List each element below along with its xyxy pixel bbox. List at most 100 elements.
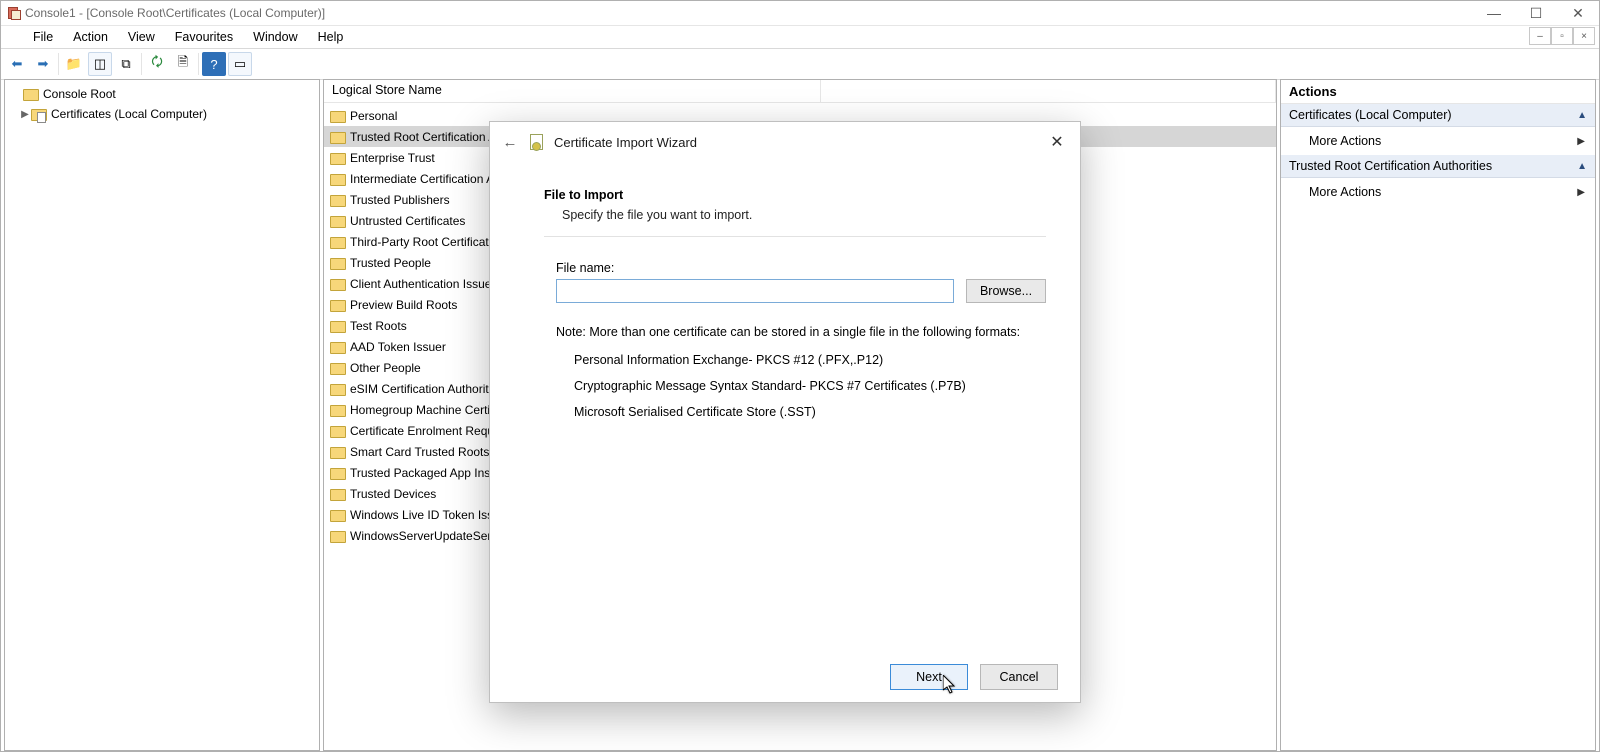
dialog-title-bar: ← Certificate Import Wizard ✕ — [490, 122, 1080, 162]
folder-icon — [23, 87, 39, 101]
list-item-label: Untrusted Certificates — [350, 214, 465, 228]
refresh-icon[interactable]: 🗘 — [145, 52, 169, 76]
copy-icon[interactable]: ⧉ — [114, 52, 138, 76]
dialog-note-item: Cryptographic Message Syntax Standard- P… — [574, 379, 1046, 393]
folder-icon — [330, 298, 346, 312]
menu-favourites[interactable]: Favourites — [165, 27, 243, 47]
dialog-divider — [544, 236, 1046, 237]
folder-icon — [330, 109, 346, 123]
actions-item[interactable]: More Actions▶ — [1281, 178, 1595, 206]
mmc-window: Console1 - [Console Root\Certificates (L… — [0, 0, 1600, 752]
folder-icon — [330, 340, 346, 354]
maximize-button[interactable]: ☐ — [1515, 1, 1557, 25]
folder-icon — [330, 466, 346, 480]
folder-icon — [330, 319, 346, 333]
dialog-back-button[interactable]: ← — [498, 130, 522, 154]
dialog-close-button[interactable]: ✕ — [1042, 127, 1072, 157]
list-item-label: AAD Token Issuer — [350, 340, 446, 354]
certificate-import-wizard-dialog: ← Certificate Import Wizard ✕ File to Im… — [489, 121, 1081, 703]
certificates-icon — [31, 107, 47, 121]
folder-icon — [330, 193, 346, 207]
folder-icon — [330, 424, 346, 438]
list-item-label: Trusted Devices — [350, 487, 436, 501]
folder-icon — [330, 256, 346, 270]
certificate-wizard-icon — [528, 133, 546, 151]
mdi-minimize[interactable]: – — [1529, 27, 1551, 45]
list-item-label: Test Roots — [350, 319, 407, 333]
file-name-input[interactable] — [556, 279, 954, 303]
mdi-close[interactable]: × — [1573, 27, 1595, 45]
menu-view[interactable]: View — [118, 27, 165, 47]
actions-item-label: More Actions — [1309, 185, 1381, 199]
dialog-note-item: Microsoft Serialised Certificate Store (… — [574, 405, 1046, 419]
dialog-section-title: File to Import — [544, 188, 1046, 202]
list-item-label: eSIM Certification Authorities — [350, 382, 504, 396]
actions-item-label: More Actions — [1309, 134, 1381, 148]
collapse-arrow-icon: ▲ — [1577, 161, 1587, 172]
chevron-right-icon: ▶ — [1577, 136, 1585, 147]
minimize-button[interactable]: — — [1473, 1, 1515, 25]
title-bar: Console1 - [Console Root\Certificates (L… — [1, 1, 1599, 26]
menu-action[interactable]: Action — [63, 27, 118, 47]
close-button[interactable]: ✕ — [1557, 1, 1599, 25]
dialog-note-item: Personal Information Exchange- PKCS #12 … — [574, 353, 1046, 367]
dialog-title: Certificate Import Wizard — [554, 135, 697, 150]
mmc-app-icon — [6, 6, 20, 20]
dialog-body: File to Import Specify the file you want… — [490, 162, 1080, 652]
list-item-label: Client Authentication Issuers — [350, 277, 501, 291]
mdi-restore[interactable]: ▫ — [1551, 27, 1573, 45]
help-icon[interactable]: ? — [202, 52, 226, 76]
folder-icon — [330, 487, 346, 501]
nav-forward-icon[interactable]: ➡ — [31, 52, 55, 76]
chevron-right-icon[interactable]: ▶ — [19, 109, 31, 120]
column-spacer — [821, 80, 1276, 102]
tree-certificates-label: Certificates (Local Computer) — [51, 107, 207, 121]
list-item-label: Preview Build Roots — [350, 298, 457, 312]
show-hide-tree-icon[interactable]: ◫ — [88, 52, 112, 76]
list-header: Logical Store Name — [324, 80, 1276, 103]
folder-icon — [330, 445, 346, 459]
file-name-label: File name: — [556, 261, 1046, 275]
folder-icon — [330, 172, 346, 186]
folder-icon — [330, 508, 346, 522]
folder-icon — [330, 403, 346, 417]
folder-icon — [330, 214, 346, 228]
export-list-icon[interactable]: 🗎 — [171, 52, 195, 76]
toolbar: ⬅ ➡ 📁 ◫ ⧉ 🗘 🗎 ? ▭ — [1, 49, 1599, 80]
folder-icon — [330, 382, 346, 396]
actions-group-header[interactable]: Trusted Root Certification Authorities ▲ — [1281, 155, 1595, 178]
up-one-level-icon[interactable]: 📁 — [62, 52, 86, 76]
column-logical-store-name[interactable]: Logical Store Name — [324, 80, 821, 102]
actions-group-header[interactable]: Certificates (Local Computer) ▲ — [1281, 104, 1595, 127]
tree-pane: Console Root ▶ Certificates (Local Compu… — [4, 79, 320, 751]
menu-file[interactable]: File — [23, 27, 63, 47]
menu-bar: File Action View Favourites Window Help … — [1, 26, 1599, 49]
tree-certificates[interactable]: ▶ Certificates (Local Computer) — [11, 104, 313, 124]
actions-group-header-label: Certificates (Local Computer) — [1289, 108, 1452, 122]
actions-pane: Actions Certificates (Local Computer)▲Mo… — [1280, 79, 1596, 751]
tree-root[interactable]: Console Root — [11, 84, 313, 104]
menu-window[interactable]: Window — [243, 27, 307, 47]
folder-icon — [330, 529, 346, 543]
menu-help[interactable]: Help — [308, 27, 354, 47]
browse-button[interactable]: Browse... — [966, 279, 1046, 303]
folder-icon — [330, 235, 346, 249]
actions-item[interactable]: More Actions ▶ — [1281, 127, 1595, 155]
tree-root-label: Console Root — [43, 87, 116, 101]
list-item-label: Trusted Publishers — [350, 193, 450, 207]
mdi-controls: – ▫ × — [1529, 27, 1595, 45]
folder-icon — [330, 361, 346, 375]
cancel-button[interactable]: Cancel — [980, 664, 1058, 690]
list-item-label: Windows Live ID Token Issuer — [350, 508, 511, 522]
view-options-icon[interactable]: ▭ — [228, 52, 252, 76]
folder-icon — [330, 151, 346, 165]
window-title: Console1 - [Console Root\Certificates (L… — [25, 6, 325, 20]
collapse-arrow-icon: ▲ — [1577, 110, 1587, 121]
next-button[interactable]: Next — [890, 664, 968, 690]
dialog-note-lead: Note: More than one certificate can be s… — [556, 325, 1046, 339]
actions-group-header-label: Trusted Root Certification Authorities — [1289, 159, 1492, 173]
folder-icon — [330, 130, 346, 144]
dialog-section-subtitle: Specify the file you want to import. — [562, 208, 1046, 222]
list-item-label: Other People — [350, 361, 421, 375]
nav-back-icon[interactable]: ⬅ — [5, 52, 29, 76]
